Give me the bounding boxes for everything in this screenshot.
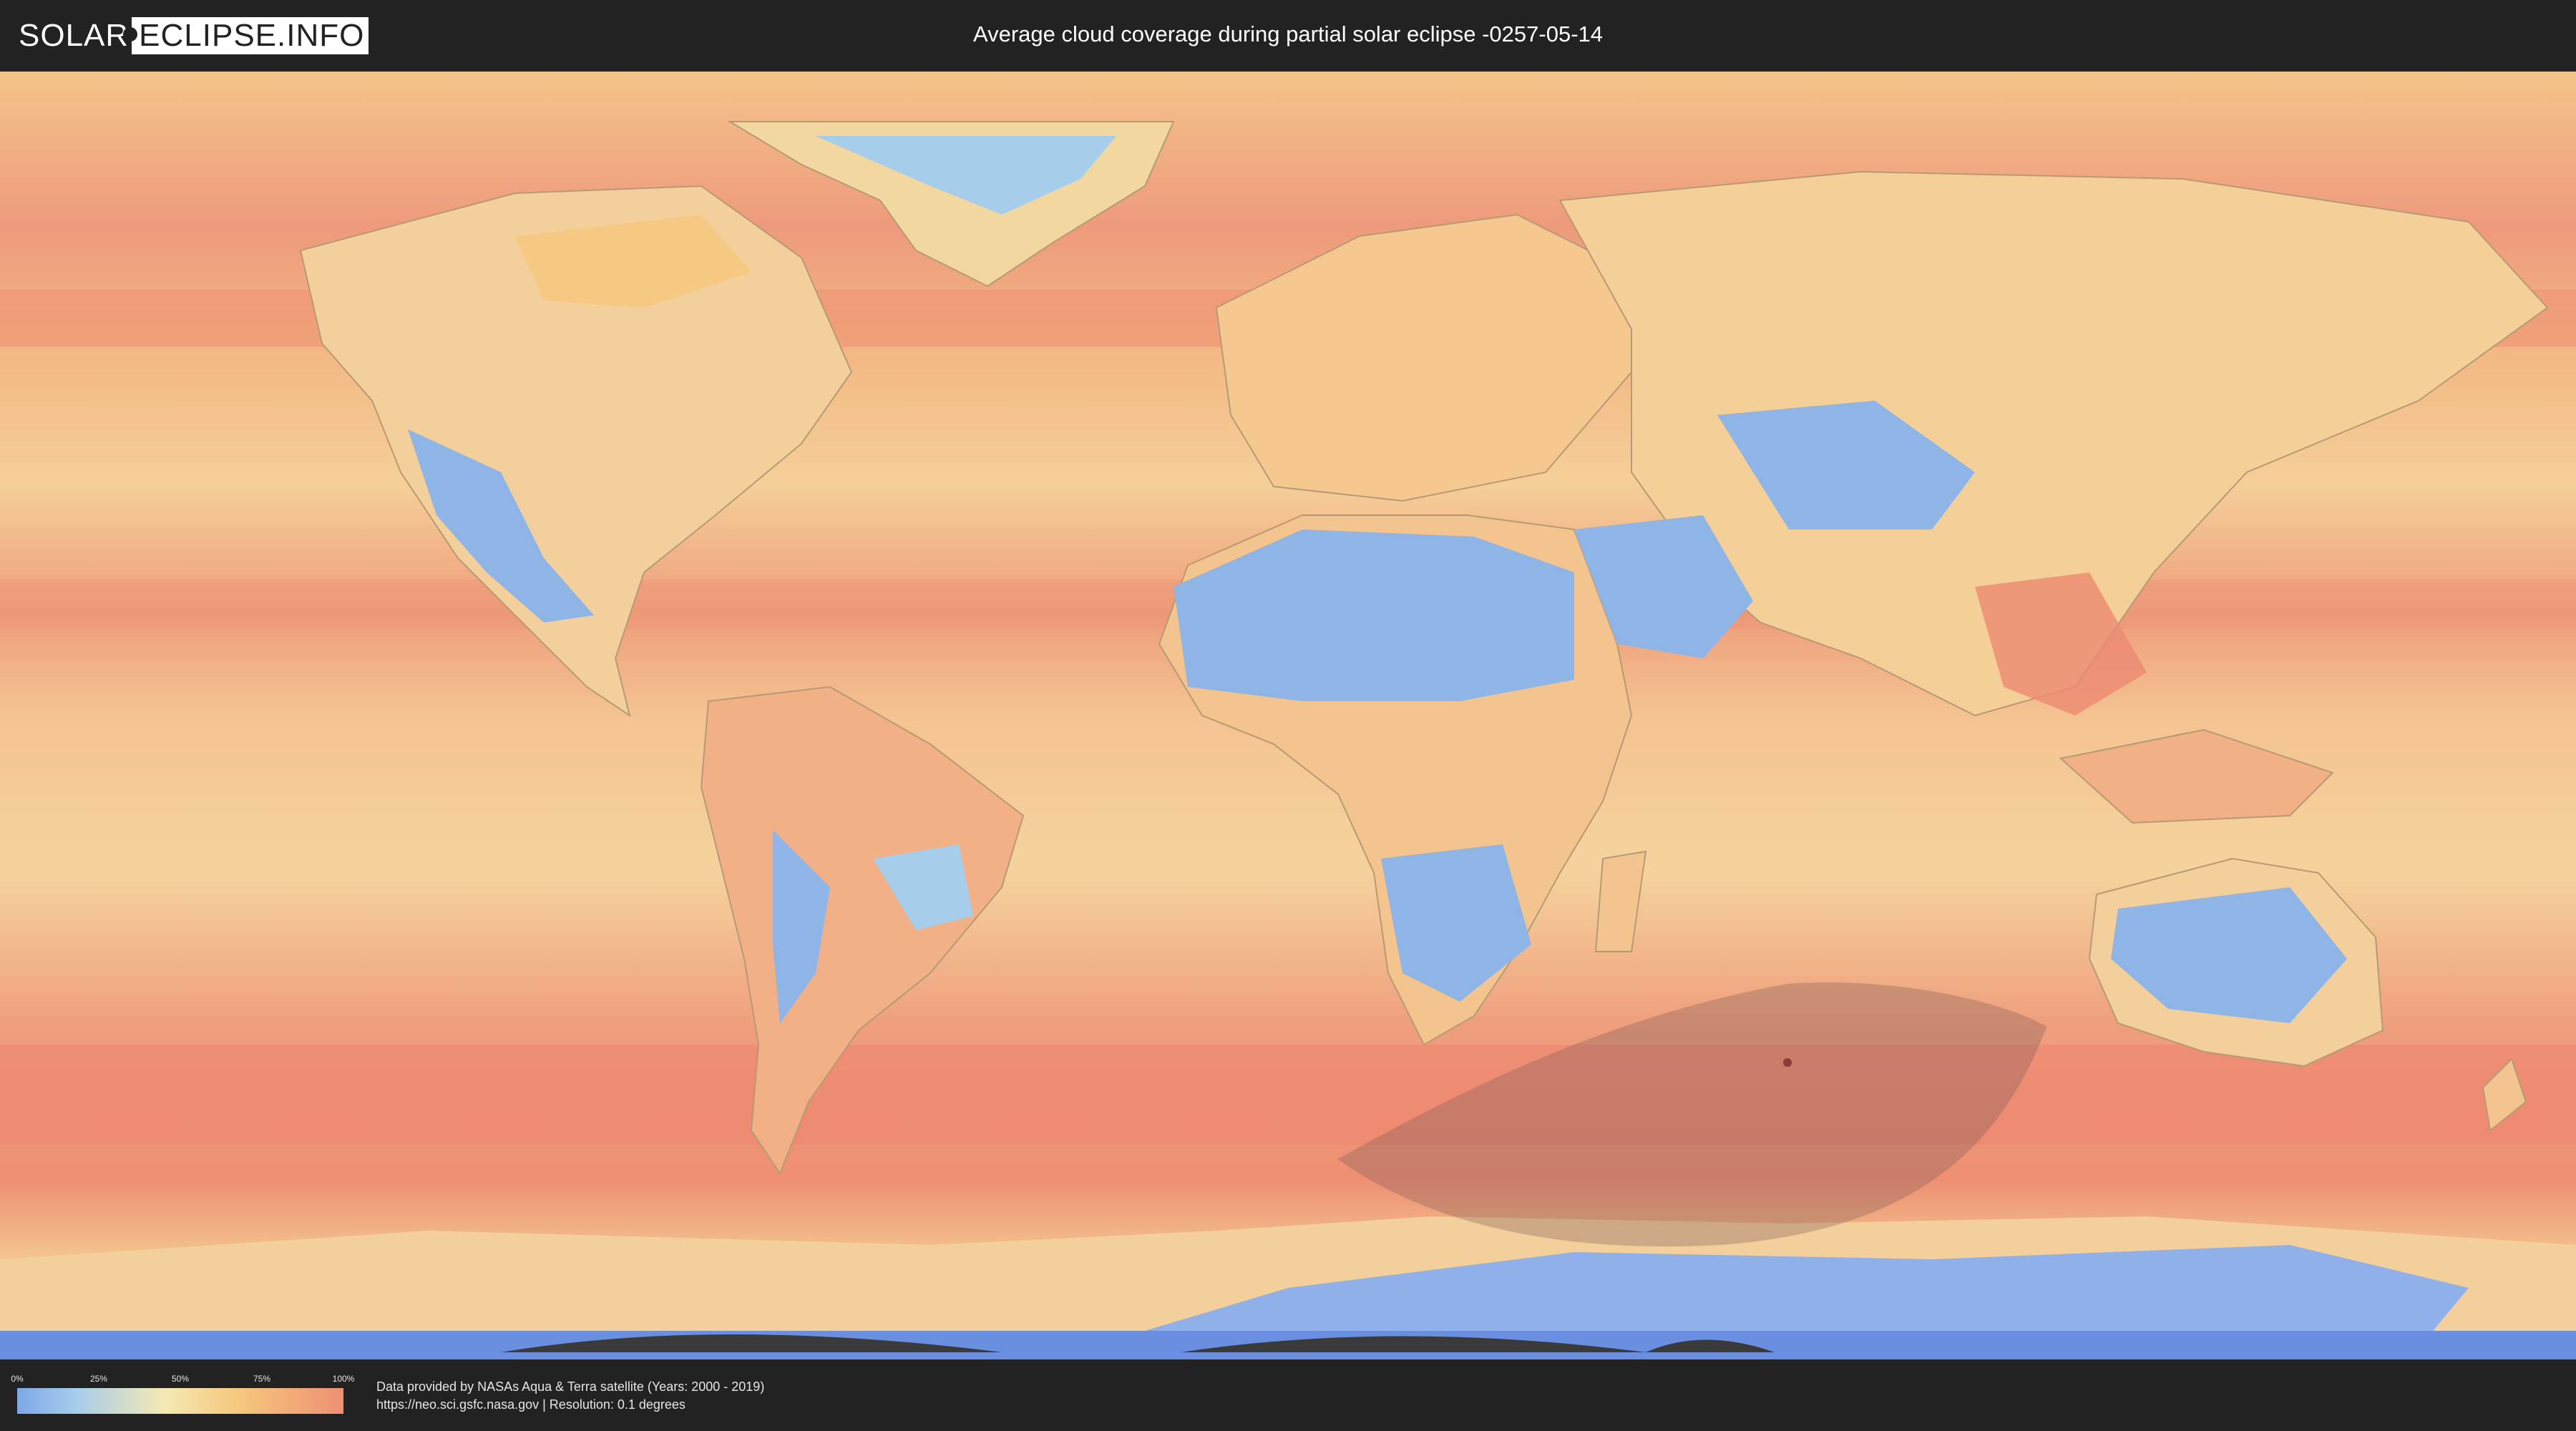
cloud-coverage-legend: 0% 25% 50% 75% 100% [11, 1374, 354, 1414]
legend-color-bar [17, 1388, 343, 1414]
footer-bar: 0% 25% 50% 75% 100% Data provided by NAS… [0, 1359, 2576, 1431]
cloud-coverage-map [0, 72, 2576, 1359]
legend-tick-100: 100% [332, 1374, 355, 1384]
header-bar: SOLAR ECLIPSE.INFO Average cloud coverag… [0, 0, 2576, 72]
data-credits: Data provided by NASAs Aqua & Terra sate… [376, 1378, 764, 1414]
legend-tick-50: 50% [171, 1374, 190, 1384]
legend-tick-0: 0% [11, 1374, 24, 1384]
cloud-band-south [0, 1045, 2576, 1145]
credits-line-2[interactable]: https://neo.sci.gsfc.nasa.gov | Resoluti… [376, 1396, 764, 1414]
legend-tick-75: 75% [253, 1374, 271, 1384]
eclipse-maximum-marker [1783, 1058, 1792, 1067]
page-title: Average cloud coverage during partial so… [972, 21, 1604, 47]
world-map[interactable] [0, 72, 2576, 1359]
credits-line-1: Data provided by NASAs Aqua & Terra sate… [376, 1379, 765, 1394]
legend-ticks: 0% 25% 50% 75% 100% [11, 1374, 354, 1384]
legend-tick-25: 25% [89, 1374, 108, 1384]
